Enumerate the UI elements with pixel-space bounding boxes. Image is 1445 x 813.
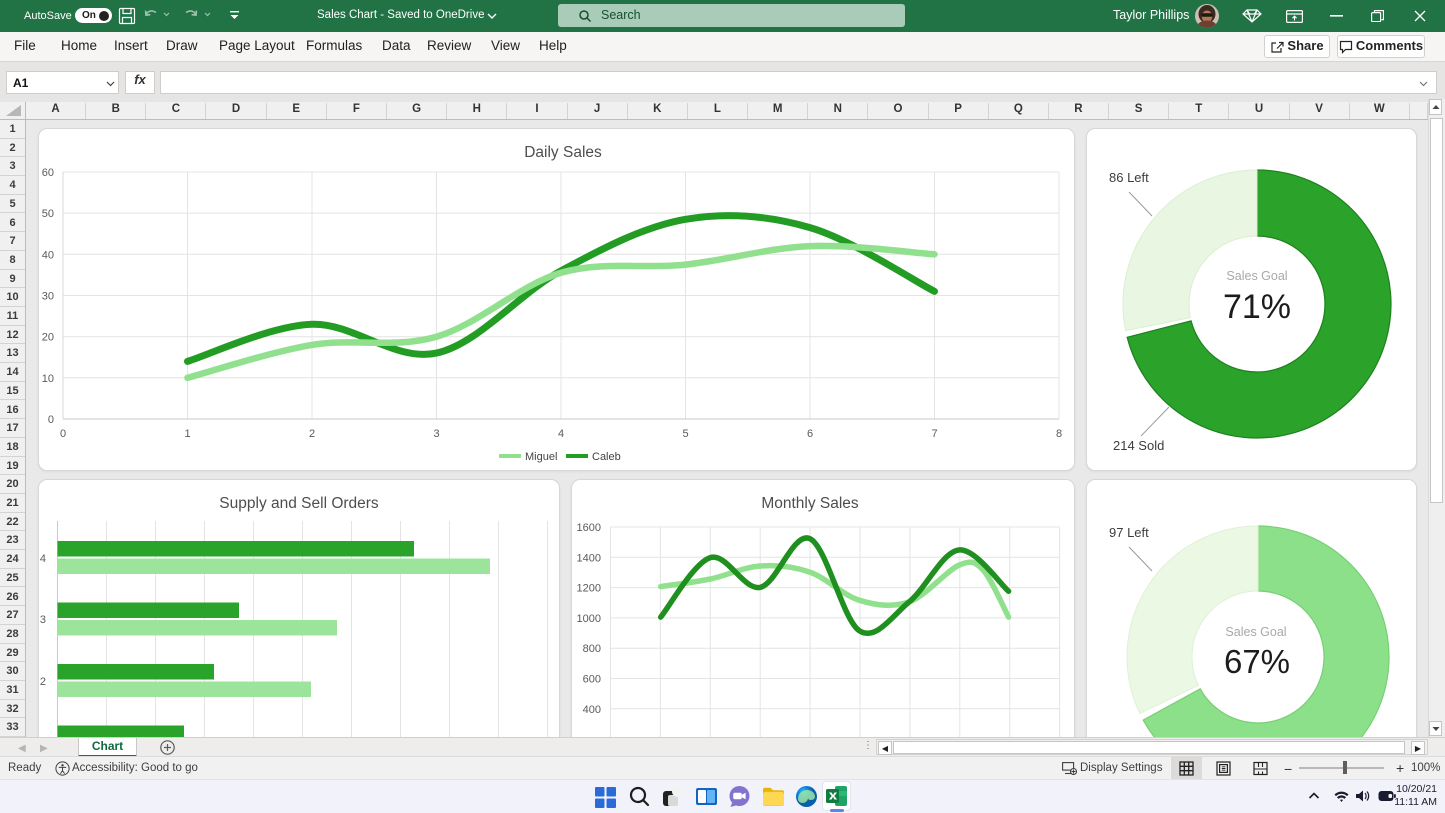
- svg-text:2: 2: [309, 428, 315, 440]
- svg-text:214 Sold: 214 Sold: [1113, 438, 1164, 453]
- svg-text:Caleb: Caleb: [592, 451, 621, 463]
- svg-text:1000: 1000: [577, 613, 601, 625]
- svg-text:60: 60: [42, 167, 54, 179]
- svg-text:4: 4: [558, 428, 564, 440]
- svg-text:40: 40: [42, 249, 54, 261]
- svg-text:Miguel: Miguel: [525, 451, 557, 463]
- svg-text:8: 8: [1056, 428, 1062, 440]
- svg-text:7: 7: [931, 428, 937, 440]
- svg-text:Sales Goal: Sales Goal: [1226, 269, 1287, 283]
- svg-text:0: 0: [60, 428, 66, 440]
- svg-text:71%: 71%: [1223, 288, 1291, 326]
- svg-text:2: 2: [40, 676, 46, 688]
- svg-text:600: 600: [583, 674, 601, 686]
- svg-text:50: 50: [42, 208, 54, 220]
- svg-text:6: 6: [807, 428, 813, 440]
- svg-text:67%: 67%: [1224, 643, 1290, 680]
- svg-text:10: 10: [42, 373, 54, 385]
- svg-text:5: 5: [682, 428, 688, 440]
- svg-text:30: 30: [42, 291, 54, 303]
- svg-text:0: 0: [48, 414, 54, 426]
- svg-text:Supply and Sell Orders: Supply and Sell Orders: [219, 495, 379, 512]
- svg-text:Daily Sales: Daily Sales: [524, 144, 602, 161]
- svg-text:3: 3: [433, 428, 439, 440]
- svg-text:3: 3: [40, 614, 46, 626]
- svg-text:1: 1: [184, 428, 190, 440]
- svg-text:Sales Goal: Sales Goal: [1225, 625, 1286, 639]
- svg-text:1200: 1200: [577, 583, 601, 595]
- svg-text:Monthly Sales: Monthly Sales: [761, 495, 859, 512]
- svg-text:4: 4: [40, 553, 46, 565]
- svg-text:86 Left: 86 Left: [1109, 170, 1149, 185]
- svg-text:97 Left: 97 Left: [1109, 525, 1149, 540]
- svg-text:1400: 1400: [577, 552, 601, 564]
- svg-text:1600: 1600: [577, 522, 601, 534]
- svg-text:20: 20: [42, 332, 54, 344]
- svg-text:800: 800: [583, 643, 601, 655]
- svg-text:400: 400: [583, 704, 601, 716]
